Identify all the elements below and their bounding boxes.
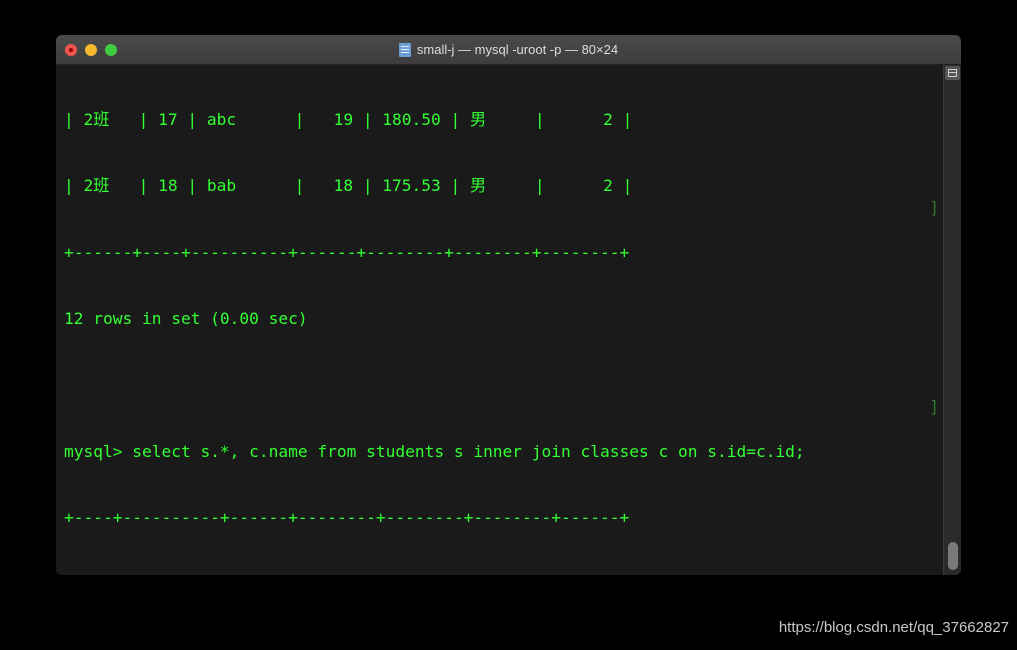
window-controls [65, 35, 117, 64]
terminal-line: | 2班 | 17 | abc | 19 | 180.50 | 男 | 2 | [64, 110, 633, 130]
terminal-line: +----+----------+------+--------+-------… [64, 507, 630, 527]
window-title: small-j — mysql -uroot -p — 80×24 [416, 42, 619, 57]
terminal-output: | 2班 | 17 | abc | 19 | 180.50 | 男 | 2 | … [64, 65, 944, 575]
prompt-marker-icon: ] [929, 198, 939, 217]
title-area: small-j — mysql -uroot -p — 80×24 [56, 42, 961, 57]
window-title-bar[interactable]: small-j — mysql -uroot -p — 80×24 [56, 35, 961, 65]
split-pane-icon[interactable] [945, 66, 960, 80]
terminal-line-status: 12 rows in set (0.00 sec) [64, 309, 308, 329]
close-button[interactable] [65, 43, 77, 56]
terminal-line: +------+----+----------+------+--------+… [64, 242, 630, 262]
terminal-document-icon [398, 42, 411, 57]
prompt-marker-icon: ] [929, 397, 939, 416]
terminal-scrollbar[interactable] [943, 65, 961, 575]
watermark-text: https://blog.csdn.net/qq_37662827 [778, 619, 1009, 636]
scrollbar-thumb[interactable] [948, 542, 958, 570]
terminal-body[interactable]: | 2班 | 17 | abc | 19 | 180.50 | 男 | 2 | … [56, 65, 961, 575]
maximize-button[interactable] [105, 43, 117, 56]
minimize-button[interactable] [85, 43, 97, 56]
terminal-line-header: | id | name | age | high | gender | cls_… [64, 573, 944, 575]
terminal-line: | 2班 | 18 | bab | 18 | 175.53 | 男 | 2 | [64, 176, 633, 196]
terminal-window[interactable]: small-j — mysql -uroot -p — 80×24 | 2班 |… [56, 35, 961, 575]
terminal-line-command: mysql> select s.*, c.name from students … [64, 441, 805, 461]
